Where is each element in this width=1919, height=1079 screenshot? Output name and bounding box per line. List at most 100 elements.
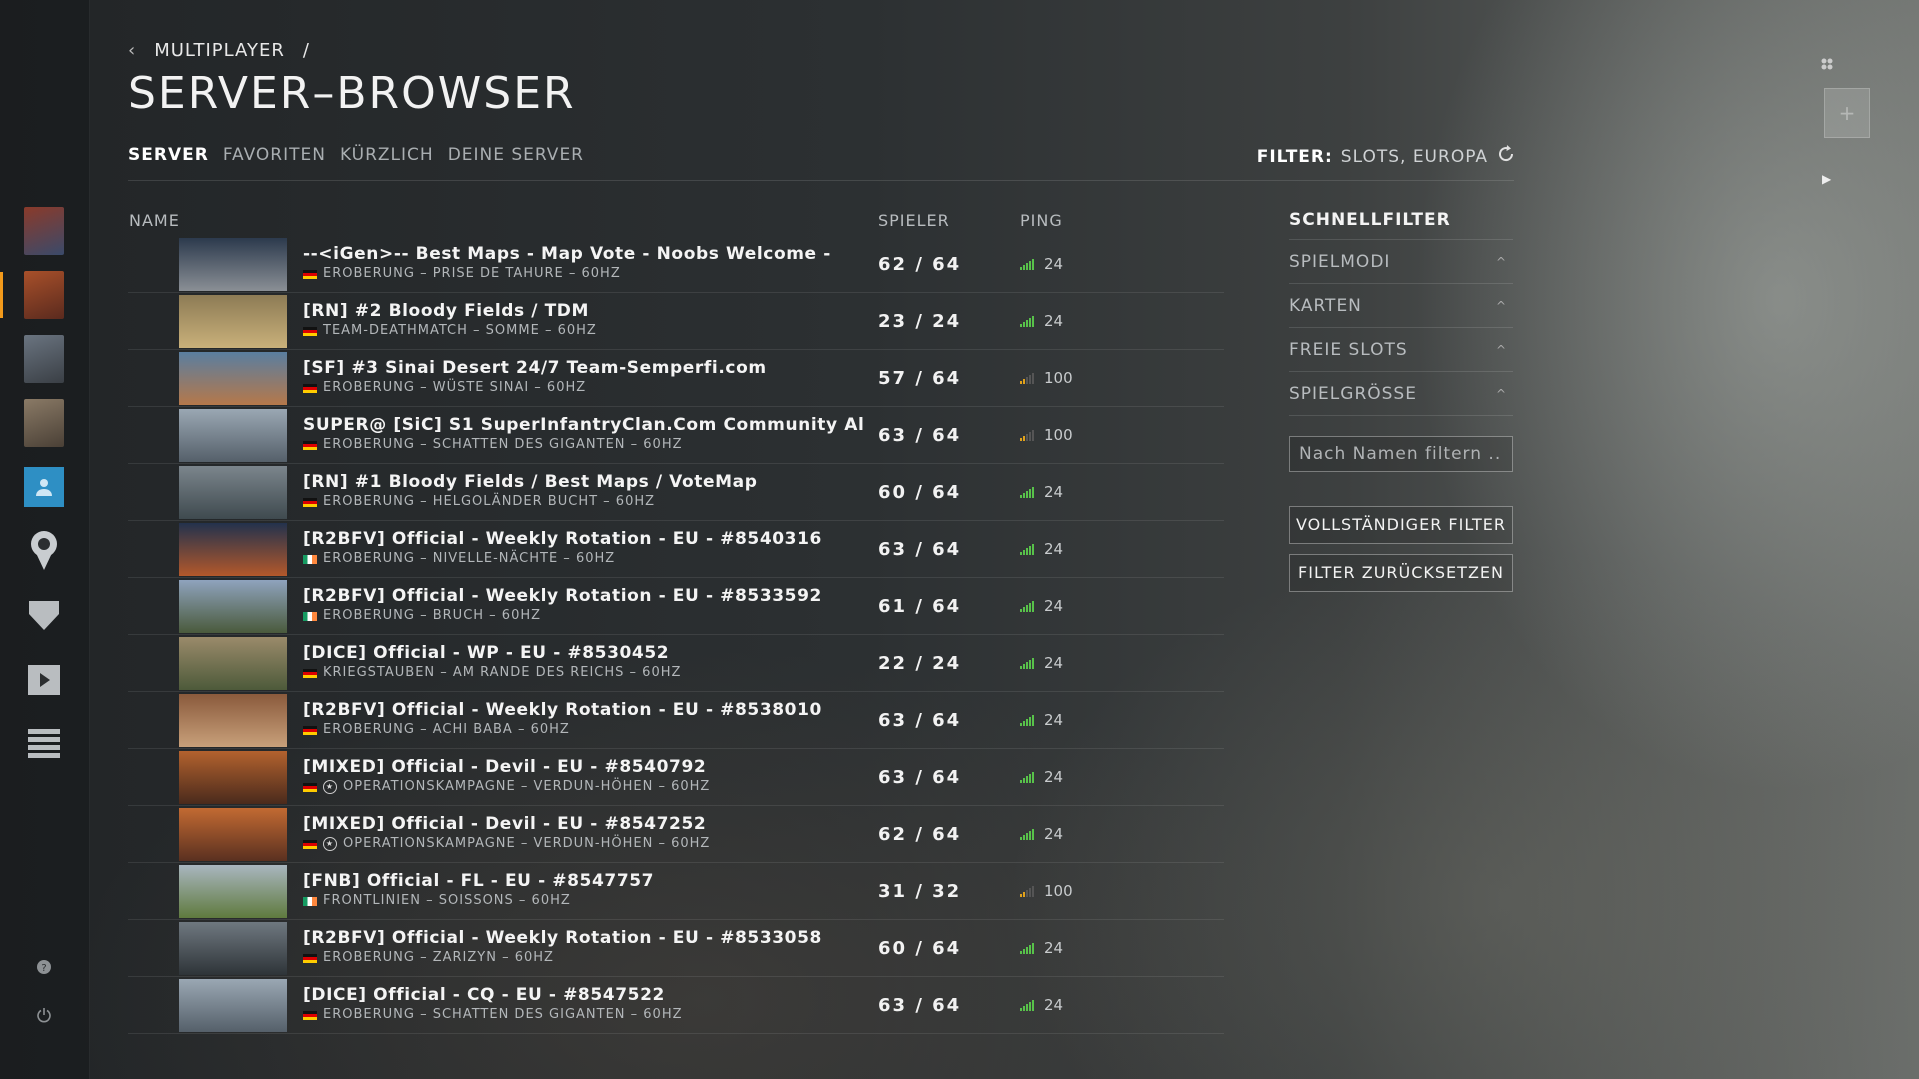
full-filter-button[interactable]: VOLLSTÄNDIGER FILTER <box>1289 506 1513 544</box>
server-name: SUPER@ [SiC] S1 SuperInfantryClan.Com Co… <box>303 415 863 435</box>
signal-strength-icon <box>1020 372 1034 384</box>
profile-icon[interactable] <box>24 467 64 507</box>
server-row[interactable]: [RN] #2 Bloody Fields / TDM TEAM-DEATHMAT… <box>128 293 1224 350</box>
map-thumbnail <box>179 808 287 861</box>
server-row[interactable]: [R2BFV] Official - Weekly Rotation - EU … <box>128 920 1224 977</box>
tab-kuerzlich[interactable]: KÜRZLICH <box>340 145 434 165</box>
server-players: 31 / 32 <box>878 880 962 902</box>
refresh-icon[interactable] <box>1496 144 1516 169</box>
column-header-name[interactable]: NAME <box>129 211 180 230</box>
country-flag-icon <box>303 953 317 963</box>
party-icon[interactable] <box>1820 56 1834 70</box>
server-row[interactable]: [R2BFV] Official - Weekly Rotation - EU … <box>128 521 1224 578</box>
server-mode-map: EROBERUNG – SCHATTEN DES GIGANTEN – 60HZ <box>303 1006 863 1024</box>
server-info: [RN] #2 Bloody Fields / TDM TEAM-DEATHMAT… <box>303 300 863 340</box>
quickfilter-spielgroesse[interactable]: SPIELGRÖSSE ^ <box>1289 372 1513 416</box>
ping-value: 24 <box>1044 483 1064 501</box>
server-mode-map-text: EROBERUNG – WÜSTE SINAI – 60HZ <box>323 380 587 395</box>
signal-strength-icon <box>1020 543 1034 555</box>
signal-strength-icon <box>1020 885 1034 897</box>
server-row[interactable]: [MIXED] Official - Devil - EU - #8540792… <box>128 749 1224 806</box>
reset-filter-button[interactable]: FILTER ZURÜCKSETZEN <box>1289 554 1513 592</box>
server-name: [MIXED] Official - Devil - EU - #8547252 <box>303 814 707 834</box>
breadcrumb-parent[interactable]: MULTIPLAYER <box>154 40 285 61</box>
server-mode-map: EROBERUNG – NIVELLE-NÄCHTE – 60HZ <box>303 550 863 568</box>
quickfilter-karten[interactable]: KARTEN ^ <box>1289 284 1513 328</box>
server-mode-map: EROBERUNG – HELGOLÄNDER BUCHT – 60HZ <box>303 493 863 511</box>
country-flag-icon <box>303 839 317 849</box>
map-thumbnail <box>179 637 287 690</box>
tab-favoriten[interactable]: FAVORITEN <box>223 145 326 165</box>
server-mode-map-text: EROBERUNG – SCHATTEN DES GIGANTEN – 60HZ <box>323 437 683 452</box>
play-video-icon[interactable] <box>24 660 64 700</box>
ping-value: 100 <box>1044 369 1073 387</box>
server-players: 22 / 24 <box>878 652 962 674</box>
server-players: 60 / 64 <box>878 481 962 503</box>
server-ping: 24 <box>1020 540 1063 558</box>
add-friend-button[interactable]: + <box>1824 88 1870 138</box>
server-players: 63 / 64 <box>878 994 962 1016</box>
server-ping: 24 <box>1020 654 1063 672</box>
map-thumbnail <box>179 466 287 519</box>
server-row[interactable]: [RN] #1 Bloody Fields / Best Maps / Vote… <box>128 464 1224 521</box>
server-row[interactable]: --<iGen>-- Best Maps - Map Vote - Noobs … <box>128 236 1224 293</box>
power-icon[interactable] <box>34 1005 54 1025</box>
soldier-avatar-4[interactable] <box>24 399 64 447</box>
server-players: 63 / 64 <box>878 538 962 560</box>
server-mode-map: ★ OPERATIONSKAMPAGNE – VERDUN-HÖHEN – 60H… <box>303 778 863 796</box>
server-row[interactable]: [MIXED] Official - Devil - EU - #8547252… <box>128 806 1224 863</box>
soldier-avatar-3[interactable] <box>24 335 64 383</box>
server-players: 62 / 64 <box>878 823 962 845</box>
server-row[interactable]: [SF] #3 Sinai Desert 24/7 Team-Semperfi.… <box>128 350 1224 407</box>
ping-value: 24 <box>1044 711 1064 729</box>
server-row[interactable]: [DICE] Official - CQ - EU - #8547522 EROB… <box>128 977 1224 1034</box>
tab-bar: SERVER FAVORITEN KÜRZLICH DEINE SERVER <box>128 145 584 165</box>
signal-strength-icon <box>1020 999 1034 1011</box>
filter-summary[interactable]: FILTER: SLOTS, EUROPA <box>1257 144 1516 169</box>
country-flag-icon <box>303 440 317 450</box>
quickfilter-freie-slots[interactable]: FREIE SLOTS ^ <box>1289 328 1513 372</box>
column-header-players[interactable]: SPIELER <box>878 211 950 230</box>
tab-deine-server[interactable]: DEINE SERVER <box>448 145 584 165</box>
server-info: [MIXED] Official - Devil - EU - #8547252… <box>303 813 863 853</box>
server-info: [SF] #3 Sinai Desert 24/7 Team-Semperfi.… <box>303 357 863 397</box>
server-row[interactable]: SUPER@ [SiC] S1 SuperInfantryClan.Com Co… <box>128 407 1224 464</box>
server-mode-map: TEAM-DEATHMATCH – SOMME – 60HZ <box>303 322 863 340</box>
server-name: [R2BFV] Official - Weekly Rotation - EU … <box>303 529 822 549</box>
server-mode-map: EROBERUNG – BRUCH – 60HZ <box>303 607 863 625</box>
server-ping: 24 <box>1020 768 1063 786</box>
server-row[interactable]: [FNB] Official - FL - EU - #8547757 FRONT… <box>128 863 1224 920</box>
tab-server[interactable]: SERVER <box>128 145 209 165</box>
sidebar: ? <box>0 0 90 1079</box>
server-ping: 100 <box>1020 369 1073 387</box>
server-info: [FNB] Official - FL - EU - #8547757 FRONT… <box>303 870 863 910</box>
soldier-avatar-2[interactable] <box>24 271 64 319</box>
column-header-ping[interactable]: PING <box>1020 211 1063 230</box>
server-row[interactable]: [DICE] Official - WP - EU - #8530452 KRIE… <box>128 635 1224 692</box>
soldier-avatar-1[interactable] <box>24 207 64 255</box>
signal-strength-icon <box>1020 258 1034 270</box>
signal-strength-icon <box>1020 429 1034 441</box>
signal-strength-icon <box>1020 600 1034 612</box>
chevron-up-icon: ^ <box>1495 254 1507 269</box>
back-chevron-icon[interactable]: ‹ <box>128 40 136 61</box>
medal-icon[interactable] <box>24 530 64 570</box>
server-mode-map: EROBERUNG – PRISE DE TAHURE – 60HZ <box>303 265 863 283</box>
help-icon[interactable]: ? <box>34 957 54 977</box>
quickfilter-spielmodi[interactable]: SPIELMODI ^ <box>1289 240 1513 284</box>
map-thumbnail <box>179 865 287 918</box>
name-filter-input[interactable] <box>1289 436 1513 472</box>
server-row[interactable]: [R2BFV] Official - Weekly Rotation - EU … <box>128 578 1224 635</box>
server-row[interactable]: [R2BFV] Official - Weekly Rotation - EU … <box>128 692 1224 749</box>
chevron-up-icon: ^ <box>1495 298 1507 313</box>
menu-list-icon[interactable] <box>24 724 64 764</box>
country-flag-icon <box>303 668 317 678</box>
map-thumbnail <box>179 580 287 633</box>
server-players: 63 / 64 <box>878 709 962 731</box>
header-divider <box>128 180 1514 181</box>
expand-arrow-icon[interactable]: ▶ <box>1822 172 1831 186</box>
ping-value: 24 <box>1044 825 1064 843</box>
shield-icon[interactable] <box>24 595 64 635</box>
country-flag-icon <box>303 269 317 279</box>
server-name: [MIXED] Official - Devil - EU - #8540792 <box>303 757 707 777</box>
